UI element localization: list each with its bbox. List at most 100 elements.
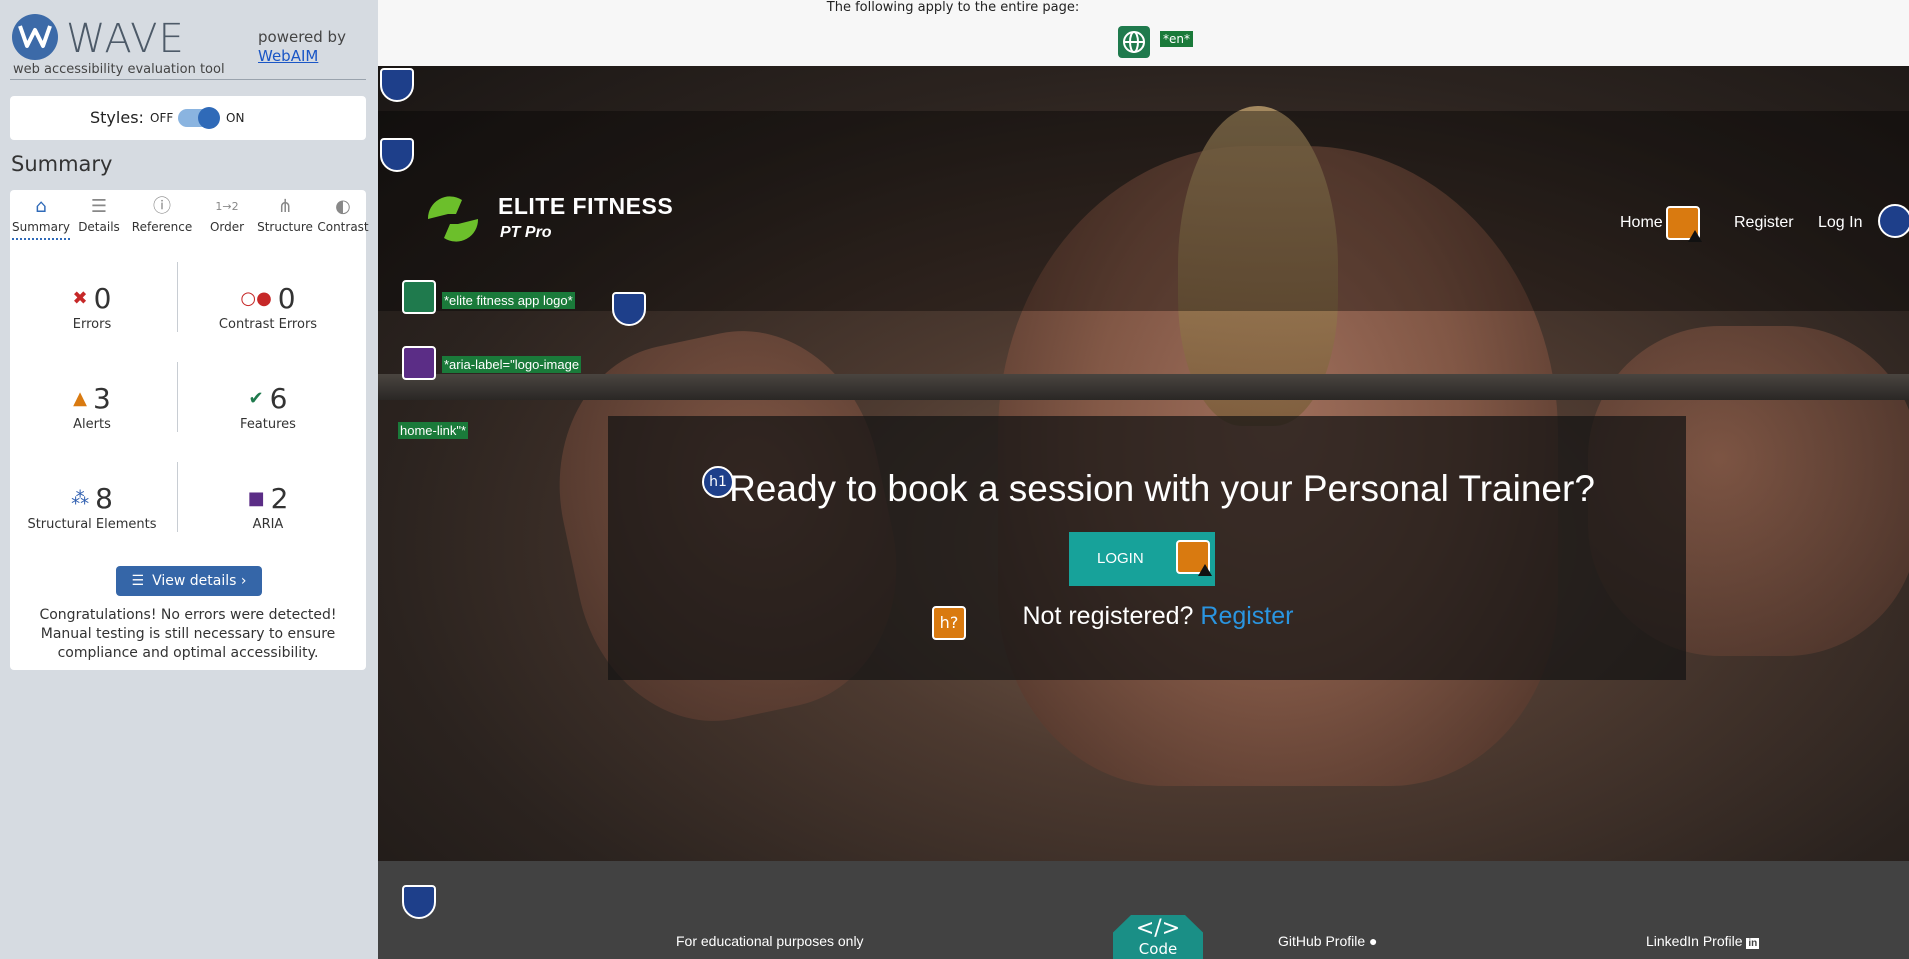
contrast-error-icon: ○● <box>240 288 272 309</box>
list-icon: ☰ <box>90 196 108 217</box>
view-details-button[interactable]: ☰ View details › <box>116 566 262 596</box>
github-profile-link[interactable]: GitHub Profile ● <box>1278 933 1378 949</box>
structural-count: 8 <box>95 482 113 515</box>
divider <box>177 262 178 332</box>
list-icon: ☰ <box>131 573 145 589</box>
tab-details[interactable]: ☰ Details <box>70 194 128 240</box>
tab-structure[interactable]: ⋔ Structure <box>256 194 314 240</box>
structure-icon: ⋔ <box>277 196 293 217</box>
register-link[interactable]: Register <box>1200 602 1293 630</box>
nav-structure-icon[interactable] <box>380 138 414 172</box>
errors-label: Errors <box>72 317 112 332</box>
tab-summary[interactable]: ⌂ Summary <box>12 194 70 240</box>
stat-aria[interactable]: ■ 2 ARIA <box>188 482 348 532</box>
linkedin-icon: in <box>1746 938 1760 949</box>
error-icon: ✖ <box>72 288 88 309</box>
structure-tree-icon: ⁂ <box>71 488 90 509</box>
divider <box>177 462 178 532</box>
aria-label-annotation: *aria-label="logo-image <box>442 356 582 373</box>
page-level-note-text: The following apply to the entire page: <box>826 0 1080 15</box>
brand-name: ELITE FITNESS <box>498 193 674 219</box>
stat-errors[interactable]: ✖ 0 Errors <box>12 282 172 332</box>
wave-subtitle: web accessibility evaluation tool <box>13 62 225 77</box>
powered-by-text: powered by <box>258 28 346 46</box>
alerts-count: 3 <box>93 382 111 415</box>
language-globe-icon[interactable] <box>1118 26 1150 58</box>
info-icon: ⓘ <box>153 196 171 217</box>
nav-register-link[interactable]: Register <box>1734 214 1794 232</box>
github-label: GitHub Profile <box>1278 933 1366 949</box>
aria-tag-icon[interactable] <box>402 346 436 380</box>
header-structure-icon[interactable] <box>380 68 414 102</box>
page-level-notes: The following apply to the entire page: … <box>378 0 1909 66</box>
login-link-alert-icon[interactable] <box>1176 540 1212 576</box>
congrats-message: Congratulations! No errors were detected… <box>39 607 337 661</box>
wave-header: WAVE web accessibility evaluation tool p… <box>10 10 366 80</box>
view-details-label: View details › <box>152 573 247 589</box>
contrast-errors-count: 0 <box>277 282 296 315</box>
summary-panel: ⌂ Summary ☰ Details ⓘ Reference 1→2 Orde… <box>10 190 369 670</box>
aria-cube-icon: ■ <box>247 488 265 509</box>
wave-logo-icon <box>12 14 58 60</box>
logo-alt-label: *elite fitness app logo* <box>442 292 575 309</box>
tab-contrast[interactable]: ◐ Contrast <box>314 194 372 240</box>
wave-sidebar: WAVE web accessibility evaluation tool p… <box>0 0 378 959</box>
powered-by: powered by WebAIM <box>258 28 346 66</box>
github-icon: ● <box>1369 933 1378 949</box>
order-icon: 1→2 <box>215 200 239 213</box>
not-registered-text: Not registered? Register <box>608 602 1686 631</box>
login-button-label: LOGIN <box>1097 550 1144 567</box>
hero-photo-barbell <box>378 374 1909 400</box>
cta-panel: h1 Ready to book a session with your Per… <box>608 416 1686 680</box>
tab-order[interactable]: 1→2 Order <box>198 194 256 240</box>
footer-edu-text: For educational purposes only <box>676 933 864 949</box>
stat-structural[interactable]: ⁂ 8 Structural Elements <box>12 482 172 532</box>
brand-subtitle: PT Pro <box>500 224 552 241</box>
stat-alerts[interactable]: ▲ 3 Alerts <box>12 382 172 432</box>
cta-heading: Ready to book a session with your Person… <box>729 468 1595 509</box>
tab-label: Order <box>209 220 245 234</box>
footer-structure-icon[interactable] <box>402 885 436 919</box>
nav-home-link[interactable]: Home <box>1620 214 1663 232</box>
code-icon: </> <box>1135 916 1181 941</box>
aria-label: ARIA <box>252 517 284 532</box>
contrast-icon: ◐ <box>335 196 351 217</box>
styles-off-label: OFF <box>150 111 174 125</box>
not-registered-label: Not registered? <box>1022 602 1194 630</box>
styles-on-label: ON <box>226 111 245 125</box>
wave-title: WAVE <box>66 16 185 62</box>
nav-login-link[interactable]: Log In <box>1818 214 1862 232</box>
structural-label: Structural Elements <box>27 517 157 532</box>
contrast-errors-label: Contrast Errors <box>218 317 318 332</box>
feature-check-icon: ✔ <box>248 388 264 409</box>
home-icon: ⌂ <box>35 196 47 217</box>
aria-count: 2 <box>270 482 289 515</box>
alert-icon: ▲ <box>73 388 87 409</box>
alerts-label: Alerts <box>73 417 111 432</box>
tab-label: Reference <box>131 220 193 234</box>
warning-triangle-icon <box>1688 230 1702 242</box>
linkedin-profile-link[interactable]: LinkedIn Profile in <box>1646 933 1760 949</box>
elite-fitness-logo-icon[interactable] <box>418 194 488 248</box>
code-link[interactable]: </> Code <box>1113 915 1203 959</box>
tab-label: Structure <box>257 220 313 234</box>
stat-features[interactable]: ✔ 6 Features <box>188 382 348 432</box>
section-structure-icon[interactable] <box>612 292 646 326</box>
home-link-annotation: home-link"* <box>398 422 469 439</box>
footer: For educational purposes only </> Code G… <box>378 861 1909 959</box>
styles-label: Styles: <box>90 108 144 127</box>
wave-tabs: ⌂ Summary ☰ Details ⓘ Reference 1→2 Orde… <box>10 190 369 242</box>
toggle-knob <box>198 107 220 129</box>
tab-label: Contrast <box>317 220 369 234</box>
webaim-link[interactable]: WebAIM <box>258 47 318 65</box>
stat-contrast-errors[interactable]: ○● 0 Contrast Errors <box>188 282 348 332</box>
tab-label: Details <box>78 220 120 234</box>
linked-image-alt-icon[interactable] <box>402 280 436 314</box>
hero-section: ELITE FITNESS PT Pro Home Register Log I… <box>378 66 1909 861</box>
list-structure-icon[interactable] <box>1878 204 1909 238</box>
redundant-link-alert-icon[interactable] <box>1666 206 1702 242</box>
language-badge: *en* <box>1160 31 1193 47</box>
evaluated-page: The following apply to the entire page: … <box>378 0 1909 959</box>
styles-toggle[interactable] <box>178 107 220 129</box>
tab-reference[interactable]: ⓘ Reference <box>130 194 194 240</box>
